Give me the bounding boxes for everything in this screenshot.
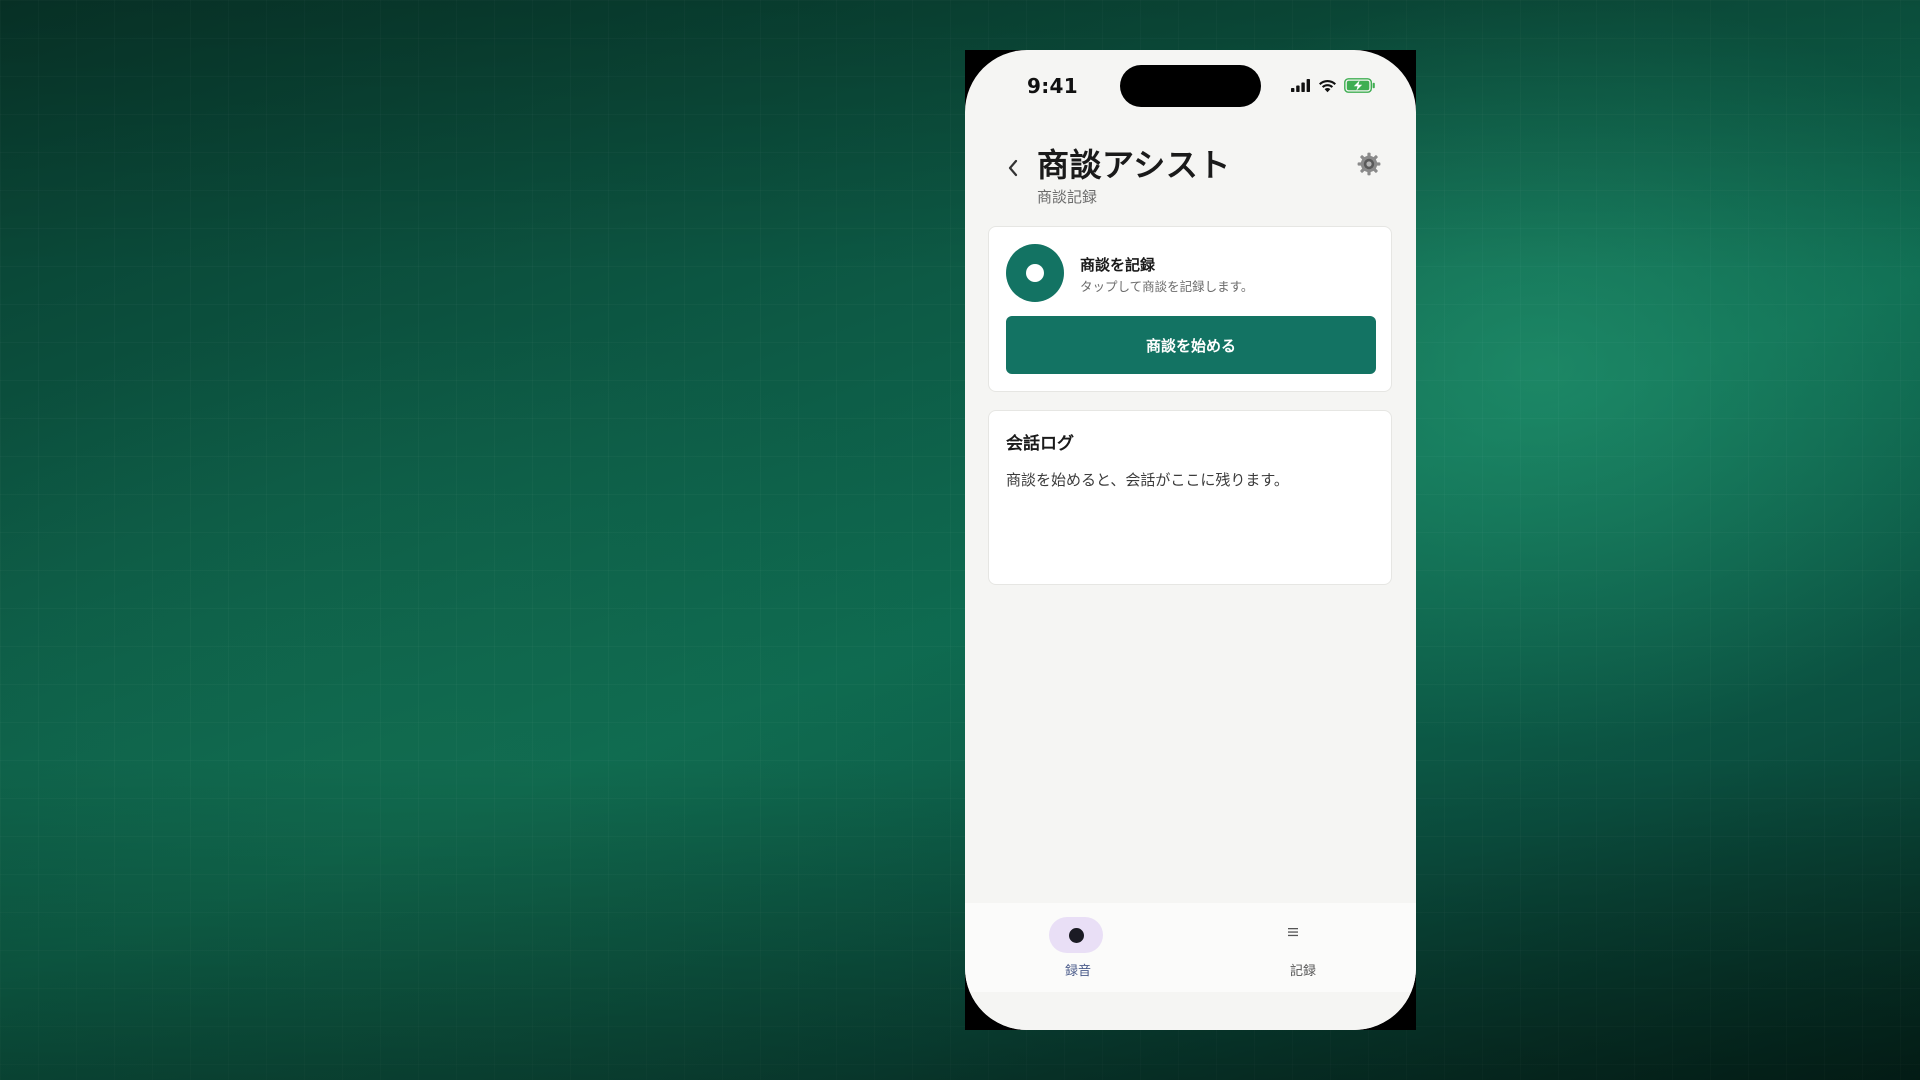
- record-card: 商談を記録 タップして商談を記録します。 商談を始める: [988, 226, 1392, 392]
- page-title: 商談アシスト: [1037, 146, 1231, 184]
- status-time: 9:41: [1027, 74, 1078, 98]
- record-dot-icon: [1068, 927, 1084, 943]
- gear-icon: [1357, 152, 1381, 176]
- chevron-left-icon: [1008, 159, 1018, 177]
- home-indicator-area: [965, 992, 1416, 1030]
- signal-icon: [1291, 79, 1310, 92]
- background-grid: [0, 0, 1920, 1080]
- start-meeting-button[interactable]: 商談を始める: [1006, 316, 1376, 374]
- conversation-log-title: 会話ログ: [1006, 434, 1074, 454]
- record-dot-icon: [1026, 264, 1044, 282]
- record-icon: [1006, 244, 1064, 302]
- settings-button[interactable]: [1354, 149, 1384, 179]
- status-icons: [1291, 78, 1376, 93]
- record-card-title: 商談を記録: [1080, 256, 1156, 274]
- battery-charging-icon: [1344, 78, 1375, 93]
- tab-record[interactable]: 録音: [965, 903, 1191, 992]
- tab-record-label: 録音: [1064, 964, 1091, 979]
- conversation-log-empty-text: 商談を始めると、会話がここに残ります。: [1006, 471, 1289, 489]
- wifi-icon: [1319, 79, 1336, 92]
- record-card-description: タップして商談を記録します。: [1080, 279, 1254, 294]
- conversation-log-card: 会話ログ 商談を始めると、会話がここに残ります。: [988, 410, 1392, 585]
- list-icon: [1288, 928, 1298, 937]
- tab-history-label: 記録: [1289, 964, 1316, 979]
- back-button[interactable]: [1001, 150, 1025, 186]
- tab-active-indicator: [1049, 917, 1103, 953]
- page-subtitle: 商談記録: [1037, 188, 1098, 206]
- bottom-tab-bar: 録音 記録: [965, 903, 1416, 992]
- dynamic-island: [1120, 65, 1261, 107]
- background-vignette: [0, 0, 1920, 1080]
- tab-history[interactable]: 記録: [1190, 903, 1416, 992]
- phone-screen: 9:41 商談アシスト 商談記録 商談を記録 タップして商談を記録します。 商談…: [965, 50, 1416, 1030]
